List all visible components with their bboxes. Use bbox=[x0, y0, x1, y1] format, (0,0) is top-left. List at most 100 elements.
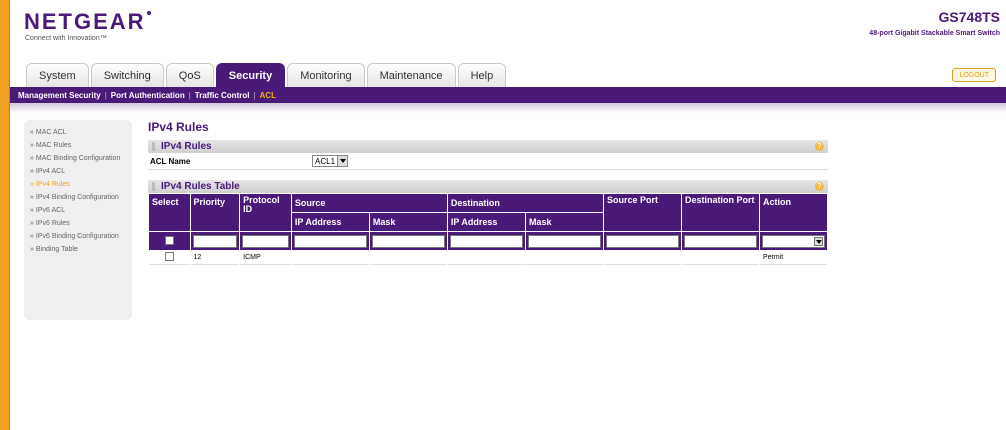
sidebar-item-label: IPv4 Rules bbox=[35, 181, 70, 188]
filter-cell bbox=[760, 232, 827, 250]
select-all-checkbox[interactable] bbox=[164, 235, 174, 245]
subnav-acl[interactable]: ACL bbox=[260, 91, 276, 100]
sidebar-item-ipv4-rules[interactable]: » IPv4 Rules bbox=[30, 180, 132, 189]
subnav-separator: | bbox=[188, 90, 191, 100]
row-select-checkbox[interactable] bbox=[164, 252, 174, 261]
cell-source-port bbox=[603, 251, 681, 265]
acl-name-label: ACL Name bbox=[150, 156, 191, 166]
filter-cell bbox=[240, 232, 291, 250]
sidebar-item-label: IPv4 ACL bbox=[35, 168, 66, 175]
sidebar-item-mac-acl[interactable]: » MAC ACL bbox=[30, 128, 132, 137]
tagline: Connect with Innovation™ bbox=[25, 35, 107, 42]
sidebar-item-ipv4-acl[interactable]: » IPv4 ACL bbox=[30, 167, 132, 176]
tab-help[interactable]: Help bbox=[457, 63, 507, 87]
sidebar-item-label: IPv6 Binding Configuration bbox=[35, 233, 119, 240]
destination-ip-input[interactable] bbox=[449, 234, 523, 248]
source-mask-input[interactable] bbox=[371, 234, 445, 248]
section-title: IPv4 Rules bbox=[161, 141, 212, 152]
sidebar-item-ipv6-binding[interactable]: » IPv6 Binding Configuration bbox=[30, 232, 132, 241]
tab-monitoring[interactable]: Monitoring bbox=[287, 63, 365, 87]
sidebar-item-ipv4-binding[interactable]: » IPv4 Binding Configuration bbox=[30, 193, 132, 202]
tab-system[interactable]: System bbox=[26, 63, 89, 87]
protocol-id-input[interactable] bbox=[242, 234, 289, 248]
subnav-separator: | bbox=[104, 90, 107, 100]
dropdown-arrow-icon bbox=[814, 236, 823, 246]
filter-cell bbox=[525, 232, 603, 250]
subnav-port-authentication[interactable]: Port Authentication bbox=[111, 91, 185, 100]
sidebar-item-mac-binding[interactable]: » MAC Binding Configuration bbox=[30, 154, 132, 163]
sidebar-item-binding-table[interactable]: » Binding Table bbox=[30, 245, 132, 254]
help-icon[interactable]: ? bbox=[815, 142, 824, 151]
sidebar-item-label: MAC Rules bbox=[35, 142, 72, 149]
main-tabs: System Switching QoS Security Monitoring… bbox=[26, 63, 507, 87]
subnav-management-security[interactable]: Management Security bbox=[18, 91, 101, 100]
bullet-icon: » bbox=[30, 207, 34, 214]
sidebar-item-label: MAC ACL bbox=[35, 129, 67, 136]
tab-maintenance[interactable]: Maintenance bbox=[366, 63, 456, 87]
main-content: IPv4 Rules IPv4 Rules ? ACL Name ACL1 IP… bbox=[148, 120, 828, 266]
header-source-ip: IP Address bbox=[291, 213, 369, 231]
subnav-separator: | bbox=[253, 90, 256, 100]
bullet-icon: » bbox=[30, 246, 34, 253]
logo-dot-icon bbox=[146, 11, 151, 15]
destination-mask-input[interactable] bbox=[527, 234, 601, 248]
drag-handle-icon bbox=[152, 142, 155, 151]
row-select-cell bbox=[149, 251, 190, 265]
table-input-row bbox=[149, 232, 827, 250]
netgear-logo: NETGEAR bbox=[24, 9, 151, 35]
section-header-rules-table: IPv4 Rules Table ? bbox=[148, 180, 828, 193]
sidebar-item-ipv6-acl[interactable]: » IPv6 ACL bbox=[30, 206, 132, 215]
header: NETGEAR Connect with Innovation™ GS748TS… bbox=[10, 0, 1006, 60]
cell-action: Permit bbox=[760, 251, 827, 265]
tab-security[interactable]: Security bbox=[215, 63, 286, 87]
tab-switching[interactable]: Switching bbox=[90, 63, 164, 87]
sidebar-item-mac-rules[interactable]: » MAC Rules bbox=[30, 141, 132, 150]
sidebar-item-label: Binding Table bbox=[35, 246, 78, 253]
header-destination: Destination bbox=[447, 194, 603, 212]
cell-destination-port bbox=[682, 251, 760, 265]
filter-cell bbox=[291, 232, 369, 250]
header-destination-ip: IP Address bbox=[447, 213, 525, 231]
subnav-traffic-control[interactable]: Traffic Control bbox=[195, 91, 250, 100]
bullet-icon: » bbox=[30, 181, 34, 188]
header-priority: Priority bbox=[190, 194, 240, 231]
section-title: IPv4 Rules Table bbox=[161, 181, 240, 192]
sidebar-item-label: IPv4 Binding Configuration bbox=[35, 194, 119, 201]
filter-select-cell bbox=[149, 232, 190, 250]
destination-port-input[interactable] bbox=[684, 234, 758, 248]
dropdown-arrow-icon bbox=[337, 156, 348, 166]
header-destination-mask: Mask bbox=[525, 213, 603, 231]
sidebar-item-ipv6-rules[interactable]: » IPv6 Rules bbox=[30, 219, 132, 228]
cell-protocol: ICMP bbox=[240, 251, 291, 265]
bullet-icon: » bbox=[30, 194, 34, 201]
header-action: Action bbox=[760, 194, 827, 231]
acl-name-select[interactable]: ACL1 bbox=[312, 155, 349, 167]
bullet-icon: » bbox=[30, 142, 34, 149]
cell-destination-mask bbox=[525, 251, 603, 265]
header-select: Select bbox=[149, 194, 190, 231]
acl-name-row: ACL Name ACL1 bbox=[148, 153, 828, 170]
page-title: IPv4 Rules bbox=[148, 120, 209, 134]
sidebar-item-label: IPv6 ACL bbox=[35, 207, 66, 214]
priority-input[interactable] bbox=[192, 234, 238, 248]
subnav-shadow bbox=[10, 103, 1006, 113]
model-name: GS748TS bbox=[938, 9, 1000, 25]
bullet-icon: » bbox=[30, 129, 34, 136]
action-select[interactable] bbox=[762, 234, 825, 248]
cell-priority: 12 bbox=[190, 251, 240, 265]
source-ip-input[interactable] bbox=[293, 234, 367, 248]
filter-cell bbox=[447, 232, 525, 250]
source-port-input[interactable] bbox=[605, 234, 679, 248]
filter-cell bbox=[682, 232, 760, 250]
logout-button[interactable]: LOGOUT bbox=[952, 68, 996, 82]
tab-qos[interactable]: QoS bbox=[165, 63, 214, 87]
bullet-icon: » bbox=[30, 155, 34, 162]
cell-source-mask bbox=[369, 251, 447, 265]
sub-navigation: Management Security | Port Authentication… bbox=[10, 87, 1006, 103]
help-icon[interactable]: ? bbox=[815, 182, 824, 191]
cell-destination-ip bbox=[447, 251, 525, 265]
model-description: 48-port Gigabit Stackable Smart Switch bbox=[869, 30, 1000, 37]
header-protocol-id: Protocol ID bbox=[240, 194, 291, 231]
filter-cell bbox=[190, 232, 240, 250]
filter-cell bbox=[603, 232, 681, 250]
